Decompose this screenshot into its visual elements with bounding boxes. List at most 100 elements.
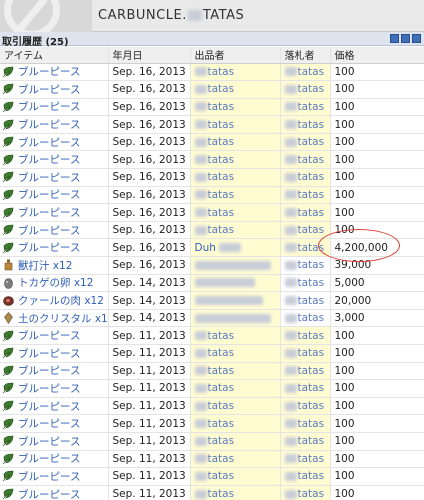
item-link[interactable]: ブルーピース (18, 348, 80, 360)
date-cell: Sep. 11, 2013 (108, 344, 191, 363)
seller-link[interactable]: tatas (208, 136, 235, 148)
redacted-name (284, 454, 297, 464)
item-link[interactable]: ブルーピース (18, 101, 80, 113)
item-link[interactable]: ブルーピース (18, 471, 80, 483)
seller-link[interactable]: tatas (208, 435, 235, 447)
buyer-link[interactable]: tatas (298, 83, 325, 95)
item-link[interactable]: ブルーピース (18, 365, 80, 377)
item-link[interactable]: ブルーピース (18, 154, 80, 166)
item-link[interactable]: トカゲの卵 x12 (18, 277, 93, 289)
collapse-icon[interactable] (390, 34, 399, 43)
buyer-cell: tatas (280, 63, 331, 82)
item-link[interactable]: ブルーピース (18, 172, 80, 184)
seller-cell: tatas (190, 379, 281, 398)
seller-link[interactable]: tatas (208, 488, 235, 500)
buyer-link[interactable]: tatas (298, 189, 325, 201)
item-link[interactable]: ブルーピース (18, 330, 80, 342)
buyer-link[interactable]: tatas (298, 400, 325, 412)
item-link[interactable]: ブルーピース (18, 401, 80, 413)
item-link[interactable]: ブルーピース (18, 225, 80, 237)
buyer-link[interactable]: tatas (298, 207, 325, 219)
item-link[interactable]: ブルーピース (18, 207, 80, 219)
buyer-link[interactable]: tatas (298, 470, 325, 482)
date-cell: Sep. 11, 2013 (108, 326, 191, 345)
seller-link[interactable]: tatas (208, 119, 235, 131)
price-cell: 100 (330, 80, 424, 99)
seller-link[interactable]: tatas (208, 154, 235, 166)
seller-link[interactable]: tatas (208, 330, 235, 342)
seller-link[interactable]: tatas (208, 347, 235, 359)
seller-link[interactable]: tatas (208, 224, 235, 236)
buyer-link[interactable]: tatas (298, 382, 325, 394)
date-cell: Sep. 11, 2013 (108, 467, 191, 486)
seller-link[interactable]: tatas (208, 101, 235, 113)
date-cell: Sep. 11, 2013 (108, 362, 191, 381)
seller-cell: tatas (190, 98, 281, 117)
item-link[interactable]: ブルーピース (18, 84, 80, 96)
buyer-link[interactable]: tatas (298, 242, 325, 254)
buyer-cell: tatas (280, 397, 331, 416)
buyer-link[interactable]: tatas (298, 488, 325, 500)
col-header-price[interactable]: 価格 (330, 47, 424, 64)
buyer-link[interactable]: tatas (298, 435, 325, 447)
buyer-link[interactable]: tatas (298, 418, 325, 430)
item-link[interactable]: ブルーピース (18, 119, 80, 131)
seller-link[interactable]: tatas (208, 207, 235, 219)
seller-link[interactable]: tatas (208, 382, 235, 394)
seller-link[interactable]: tatas (208, 189, 235, 201)
redacted-name (194, 120, 207, 130)
col-header-seller[interactable]: 出品者 (190, 47, 281, 64)
leaf-icon (2, 136, 15, 148)
buyer-link[interactable]: tatas (298, 154, 325, 166)
item-link[interactable]: ブルーピース (18, 453, 80, 465)
seller-link[interactable]: Duh (195, 242, 216, 254)
buyer-cell: tatas (280, 432, 331, 451)
item-link[interactable]: ブルーピース (18, 66, 80, 78)
buyer-link[interactable]: tatas (298, 66, 325, 78)
item-link[interactable]: ブルーピース (18, 436, 80, 448)
expand-icon[interactable] (412, 34, 421, 43)
table-row: ブルーピース Sep. 16, 2013 tatas tatas 100 (0, 80, 424, 99)
seller-link[interactable]: tatas (208, 470, 235, 482)
table-row: 獸打汁 x12 Sep. 16, 2013 tatas 39,000 (0, 256, 424, 275)
seller-link[interactable]: tatas (208, 418, 235, 430)
buyer-link[interactable]: tatas (298, 277, 325, 289)
buyer-link[interactable]: tatas (298, 312, 325, 324)
seller-link[interactable]: tatas (208, 171, 235, 183)
buyer-link[interactable]: tatas (298, 259, 325, 271)
seller-link[interactable]: tatas (208, 66, 235, 78)
item-link[interactable]: ブルーピース (18, 489, 80, 500)
item-cell: ブルーピース (0, 326, 109, 345)
seller-link[interactable]: tatas (208, 400, 235, 412)
item-link[interactable]: ブルーピース (18, 137, 80, 149)
buyer-link[interactable]: tatas (298, 453, 325, 465)
item-link[interactable]: クァールの肉 x12 (18, 295, 104, 307)
buyer-link[interactable]: tatas (298, 365, 325, 377)
item-link[interactable]: 土のクリスタル x12 (18, 313, 107, 325)
buyer-link[interactable]: tatas (298, 347, 325, 359)
seller-cell: tatas (190, 485, 281, 500)
buyer-link[interactable]: tatas (298, 101, 325, 113)
seller-link[interactable]: tatas (208, 83, 235, 95)
edit-icon[interactable] (401, 34, 410, 43)
item-link[interactable]: ブルーピース (18, 242, 80, 254)
seller-link[interactable]: tatas (208, 365, 235, 377)
col-header-buyer[interactable]: 落札者 (280, 47, 331, 64)
buyer-link[interactable]: tatas (298, 330, 325, 342)
buyer-link[interactable]: tatas (298, 136, 325, 148)
buyer-cell: tatas (280, 80, 331, 99)
buyer-cell: tatas (280, 344, 331, 363)
seller-link[interactable]: tatas (208, 453, 235, 465)
item-link[interactable]: 獸打汁 x12 (18, 260, 72, 272)
buyer-link[interactable]: tatas (298, 295, 325, 307)
buyer-link[interactable]: tatas (298, 171, 325, 183)
item-link[interactable]: ブルーピース (18, 383, 80, 395)
item-link[interactable]: ブルーピース (18, 189, 80, 201)
item-link[interactable]: ブルーピース (18, 418, 80, 430)
seller-cell: tatas (190, 432, 281, 451)
col-header-item[interactable]: アイテム (0, 47, 109, 64)
buyer-link[interactable]: tatas (298, 119, 325, 131)
col-header-date[interactable]: 年月日 (108, 47, 191, 64)
buyer-link[interactable]: tatas (298, 224, 325, 236)
seller-cell: tatas (190, 203, 281, 222)
